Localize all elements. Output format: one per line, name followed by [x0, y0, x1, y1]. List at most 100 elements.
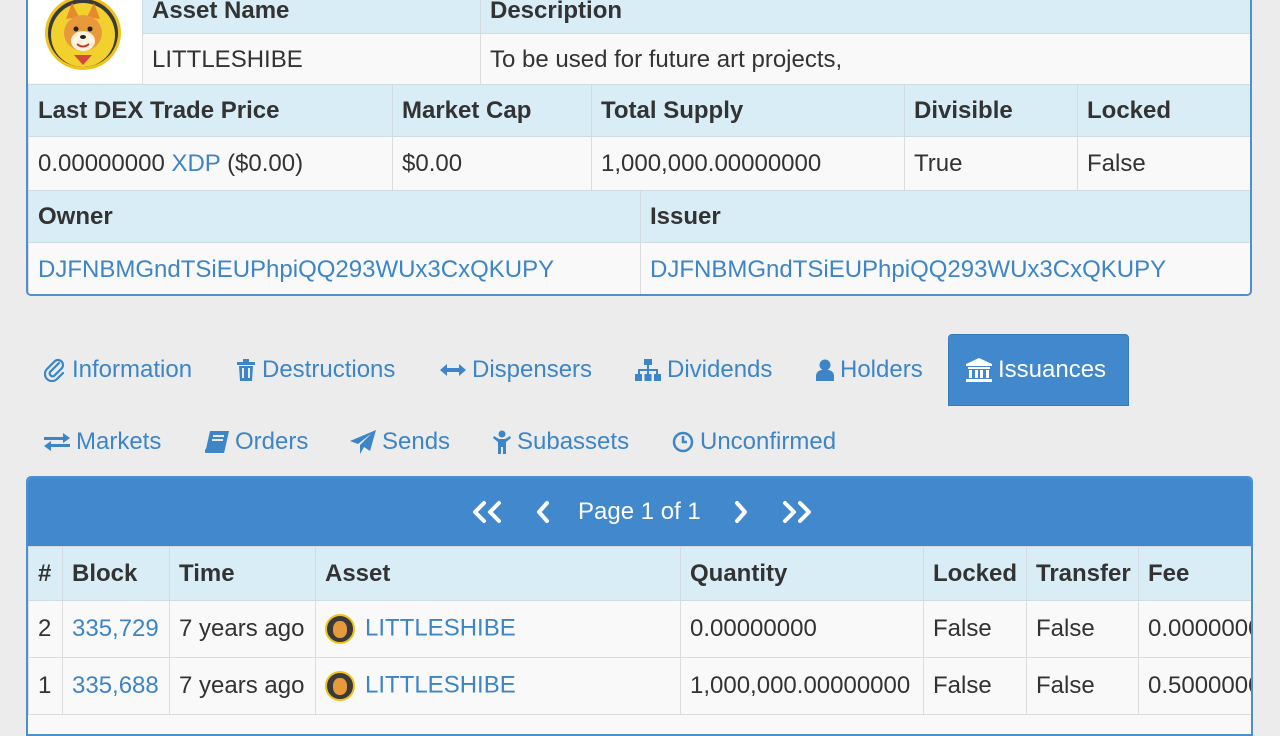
tab-orders[interactable]: Orders	[205, 406, 308, 478]
col-block: Block	[62, 546, 170, 601]
next-page-button[interactable]	[732, 500, 750, 524]
total-supply-value: 1,000,000.00000000	[591, 136, 905, 191]
tab-holders[interactable]: Holders	[816, 334, 923, 406]
row-block: 335,688	[62, 657, 170, 715]
market-cap-header: Market Cap	[392, 84, 592, 137]
asset-logo-cell	[28, 0, 143, 83]
price-usd: ($0.00)	[227, 149, 304, 177]
total-supply-header: Total Supply	[591, 84, 905, 137]
asset-link[interactable]: LITTLESHIBE	[365, 671, 516, 698]
tab-issuances-label: Issuances	[998, 356, 1107, 383]
row-time: 7 years ago	[169, 600, 316, 658]
tab-sends[interactable]: Sends	[350, 406, 450, 478]
row-number: 2	[28, 600, 63, 658]
clock-icon	[672, 431, 694, 453]
double-chevron-left-icon	[473, 501, 501, 523]
last-price-header: Last DEX Trade Price	[28, 84, 393, 137]
description-header: Description	[480, 0, 1250, 34]
table-row: 2 335,729 7 years ago LITTLESHIBE 0.0000…	[28, 600, 1251, 658]
tab-markets[interactable]: Markets	[44, 406, 161, 478]
asset-icon	[325, 614, 355, 644]
col-fee: Fee	[1138, 546, 1251, 601]
block-link[interactable]: 335,688	[72, 672, 159, 699]
tab-unconfirmed[interactable]: Unconfirmed	[672, 406, 836, 478]
asset-link[interactable]: LITTLESHIBE	[365, 614, 516, 641]
row-block: 335,729	[62, 600, 170, 658]
exchange-icon	[44, 433, 70, 451]
col-time: Time	[169, 546, 316, 601]
tab-information[interactable]: Information	[44, 334, 192, 406]
tab-destructions[interactable]: Destructions	[236, 334, 395, 406]
col-quantity: Quantity	[680, 546, 924, 601]
tab-issuances[interactable]: Issuances	[948, 334, 1129, 406]
paper-plane-icon	[350, 430, 376, 454]
issuer-value: DJFNBMGndTSiEUPhpiQQ293WUx3CxQKUPY	[640, 242, 1250, 294]
first-page-button[interactable]	[470, 500, 504, 524]
sitemap-icon	[635, 359, 661, 381]
asset-logo	[45, 0, 121, 70]
trash-icon	[237, 359, 255, 381]
row-fee: 0.50000000	[1138, 657, 1251, 715]
tab-dispensers[interactable]: Dispensers	[440, 334, 592, 406]
price-amount: 0.00000000	[38, 149, 165, 177]
tab-dispensers-label: Dispensers	[472, 356, 593, 383]
row-quantity: 0.00000000	[680, 600, 924, 658]
tab-holders-label: Holders	[840, 356, 923, 383]
tab-information-label: Information	[72, 356, 193, 383]
row-transfer: False	[1026, 600, 1139, 658]
asset-stats-table: Last DEX Trade Price Market Cap Total Su…	[28, 84, 1250, 191]
price-currency-link[interactable]: XDP	[171, 150, 220, 177]
col-transfer: Transfer	[1026, 546, 1139, 601]
arrows-horizontal-icon	[440, 364, 466, 376]
market-cap-value: $0.00	[392, 136, 592, 191]
tab-dividends[interactable]: Dividends	[635, 334, 772, 406]
pagination-bar: Page 1 of 1	[28, 478, 1251, 546]
row-locked: False	[923, 657, 1027, 715]
tab-unconfirmed-label: Unconfirmed	[700, 428, 837, 455]
issuances-header-row: # Block Time Asset Quantity Locked Trans…	[28, 546, 1251, 601]
tab-subassets[interactable]: Subassets	[493, 406, 629, 478]
asset-icon	[325, 671, 355, 701]
locked-value: False	[1077, 136, 1250, 191]
tab-dividends-label: Dividends	[667, 356, 773, 383]
issuances-panel: Page 1 of 1 # Block Time Asset Quantity …	[26, 476, 1253, 736]
row-quantity: 1,000,000.00000000	[680, 657, 924, 715]
asset-name-header: Asset Name	[142, 0, 481, 34]
child-icon	[493, 430, 511, 454]
chevron-left-icon	[537, 501, 549, 523]
row-locked: False	[923, 600, 1027, 658]
page-indicator: Page 1 of 1	[578, 498, 701, 525]
issuances-table: # Block Time Asset Quantity Locked Trans…	[28, 546, 1251, 715]
previous-page-button[interactable]	[534, 500, 552, 524]
user-icon	[816, 359, 834, 381]
tab-sends-label: Sends	[382, 428, 451, 455]
divisible-header: Divisible	[904, 84, 1078, 137]
table-row: 1 335,688 7 years ago LITTLESHIBE 1,000,…	[28, 657, 1251, 715]
asset-name-table: Asset Name Description LITTLESHIBE To be…	[142, 0, 1250, 87]
asset-name-value: LITTLESHIBE	[142, 33, 481, 87]
tab-orders-label: Orders	[235, 428, 309, 455]
row-asset: LITTLESHIBE	[315, 657, 681, 715]
row-asset: LITTLESHIBE	[315, 600, 681, 658]
ownership-table: Owner Issuer DJFNBMGndTSiEUPhpiQQ293WUx3…	[28, 190, 1250, 294]
bank-icon	[966, 358, 992, 382]
tab-subassets-label: Subassets	[517, 428, 630, 455]
block-link[interactable]: 335,729	[72, 615, 159, 642]
col-asset: Asset	[315, 546, 681, 601]
description-value: To be used for future art projects,	[480, 33, 1250, 87]
tab-markets-label: Markets	[76, 428, 162, 455]
issuer-address-link[interactable]: DJFNBMGndTSiEUPhpiQQ293WUx3CxQKUPY	[650, 256, 1166, 283]
asset-info-panel: Asset Name Description LITTLESHIBE To be…	[26, 0, 1252, 296]
owner-address-link[interactable]: DJFNBMGndTSiEUPhpiQQ293WUx3CxQKUPY	[38, 256, 554, 283]
row-time: 7 years ago	[169, 657, 316, 715]
col-number: #	[28, 546, 63, 601]
chevron-right-icon	[735, 501, 747, 523]
divisible-value: True	[904, 136, 1078, 191]
last-page-button[interactable]	[780, 500, 814, 524]
paperclip-icon	[44, 358, 65, 382]
row-fee: 0.00000000	[1138, 600, 1251, 658]
col-locked: Locked	[923, 546, 1027, 601]
issuer-header: Issuer	[640, 190, 1250, 243]
locked-header: Locked	[1077, 84, 1250, 137]
book-icon	[205, 431, 229, 453]
